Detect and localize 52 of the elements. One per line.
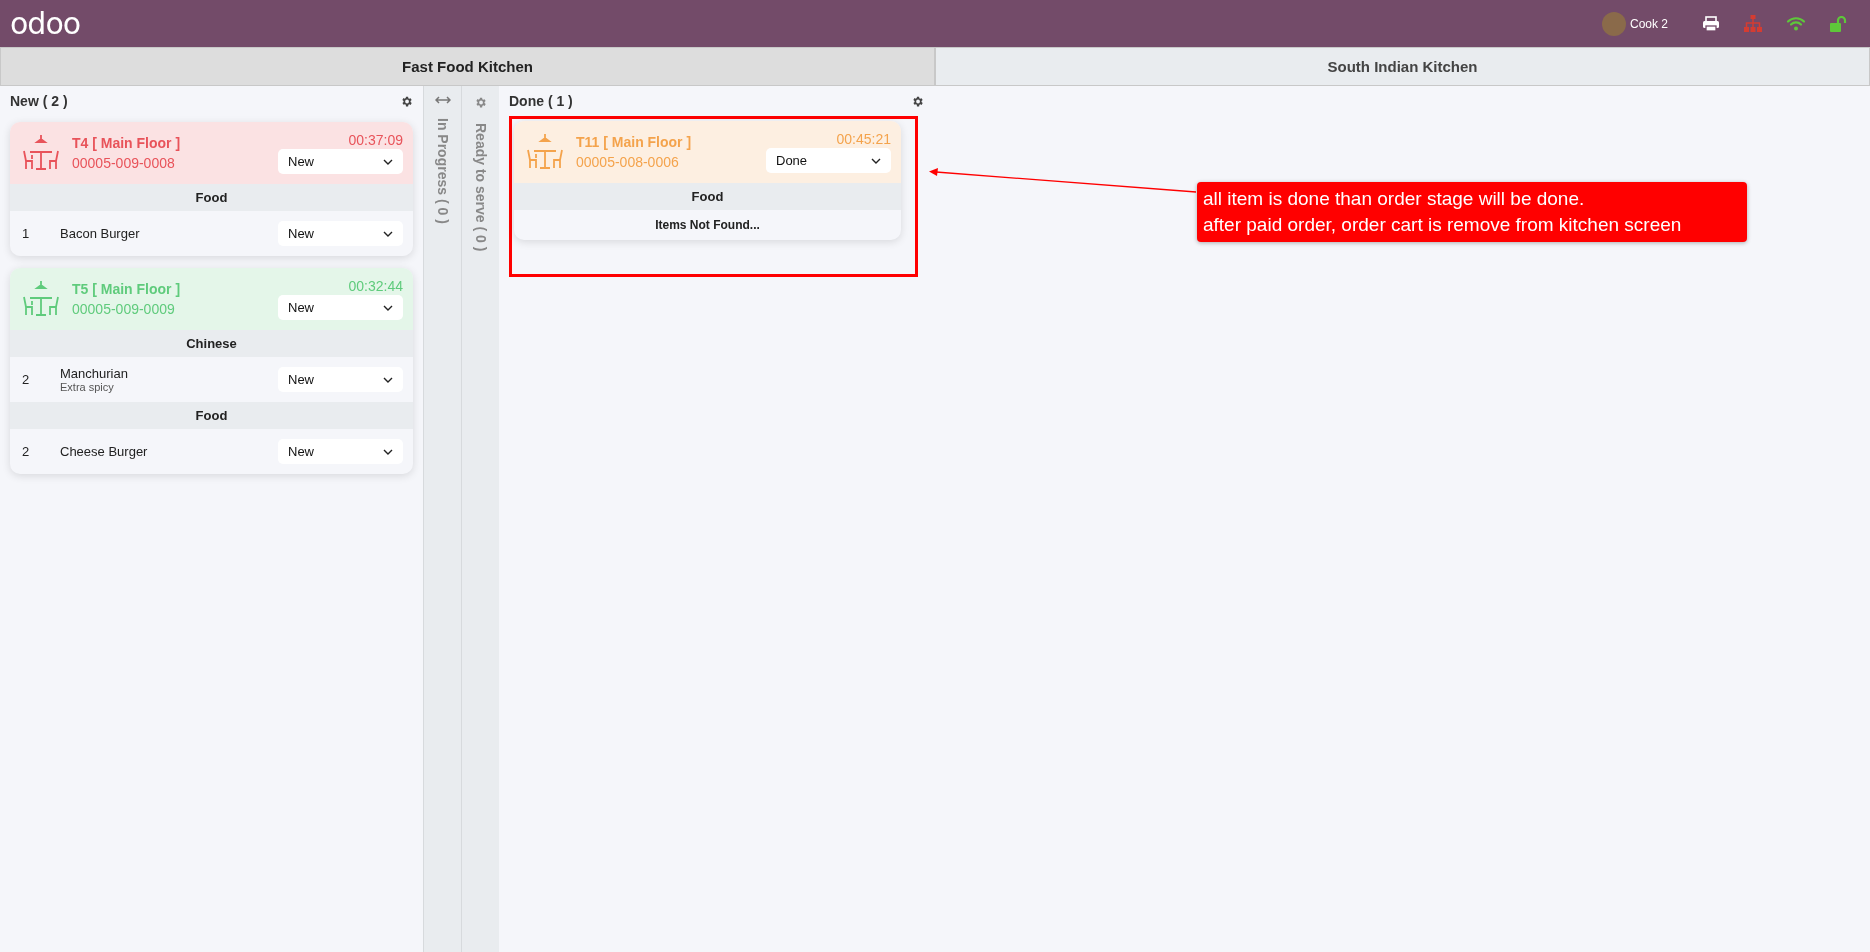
settings-icon[interactable] [400, 94, 413, 108]
dining-table-icon [22, 133, 60, 173]
status-dropdown[interactable]: Done [766, 148, 891, 173]
status-dropdown[interactable]: New [278, 367, 403, 392]
order-reference: 00005-009-0009 [72, 301, 176, 317]
chevron-down-icon [383, 230, 393, 237]
order-time: 00:45:21 [836, 131, 891, 147]
category-header: Chinese [10, 330, 413, 357]
empty-message: Items Not Found... [654, 217, 761, 234]
annotation-text: all item is done than order stage will be done. [1203, 188, 1586, 210]
logo[interactable]: odoo [10, 6, 81, 41]
dining-table-icon [526, 132, 564, 172]
order-time: 00:37:09 [348, 132, 403, 148]
stage-title: New ( 2 ) [10, 93, 68, 109]
category-header: Food [10, 184, 413, 211]
order-table: T4 [ Main Floor ] [72, 135, 278, 151]
order-table: T11 [ Main Floor ] [576, 134, 766, 150]
kitchen-tab[interactable]: South Indian Kitchen [935, 47, 1870, 86]
printer-icon[interactable] [1702, 15, 1720, 32]
status-dropdown[interactable]: New [278, 221, 403, 246]
status-dropdown[interactable]: New [278, 149, 403, 174]
item-name: Bacon Burger [60, 226, 141, 241]
order-time: 00:32:44 [348, 278, 403, 294]
item-quantity: 2 [22, 372, 31, 387]
item-quantity: 1 [22, 226, 31, 241]
order-reference: 00005-009-0008 [72, 155, 176, 171]
category-header: Food [10, 402, 413, 429]
item-quantity: 2 [22, 444, 31, 459]
stage-title: Done ( 1 ) [509, 93, 573, 109]
stage-title: Ready to serve ( 0 ) [472, 123, 489, 252]
wifi-icon[interactable] [1786, 16, 1806, 31]
item-name: Cheese Burger [60, 444, 149, 459]
user-name[interactable]: Cook 2 [1629, 16, 1668, 31]
order-table: T5 [ Main Floor ] [72, 281, 278, 297]
expand-arrows-icon[interactable] [434, 96, 451, 104]
item-note: Extra spicy [60, 381, 115, 393]
chevron-down-icon [383, 448, 393, 455]
unlock-icon[interactable] [1830, 15, 1848, 32]
status-dropdown[interactable]: New [278, 295, 403, 320]
chevron-down-icon [383, 304, 393, 311]
annotation-text: after paid order, order cart is remove from kitchen screen [1203, 214, 1683, 236]
settings-icon[interactable] [911, 94, 924, 108]
status-dropdown[interactable]: New [278, 439, 403, 464]
item-name: Manchurian [60, 366, 129, 381]
chevron-down-icon [383, 158, 393, 165]
category-header: Food [514, 183, 901, 210]
kitchen-tab[interactable]: Fast Food Kitchen [0, 47, 935, 86]
dining-table-icon [22, 279, 60, 319]
chevron-down-icon [383, 376, 393, 383]
chevron-down-icon [871, 157, 881, 164]
stage-title: In Progress ( 0 ) [434, 118, 451, 224]
order-reference: 00005-008-0006 [576, 154, 680, 170]
